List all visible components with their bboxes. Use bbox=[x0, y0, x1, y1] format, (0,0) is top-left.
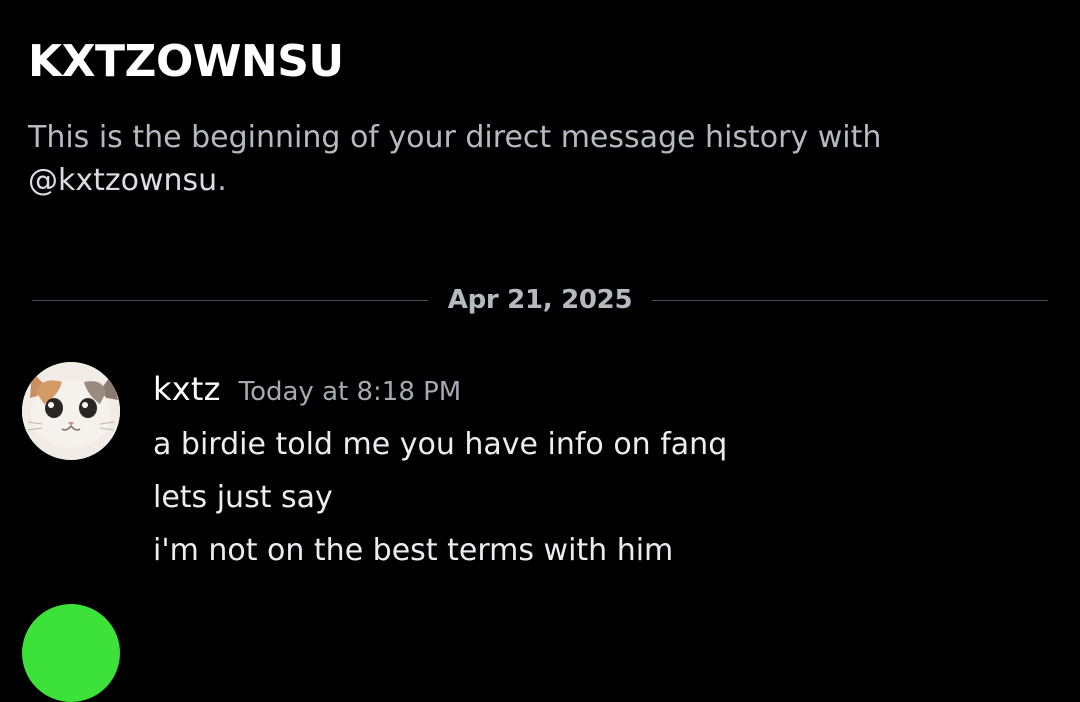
message-header: kxtz Today at 8:18 PM bbox=[153, 370, 1033, 416]
dm-intro-text: This is the beginning of your direct mes… bbox=[28, 116, 928, 202]
divider-line-right bbox=[652, 299, 1049, 301]
dm-header: KXTZOWNSU This is the beginning of your … bbox=[28, 34, 1028, 202]
message-timestamp: Today at 8:18 PM bbox=[238, 377, 462, 407]
user-mention[interactable]: @kxtzownsu bbox=[28, 163, 217, 198]
intro-prefix: This is the beginning of your direct mes… bbox=[28, 120, 882, 155]
message-body: kxtz Today at 8:18 PM a birdie told me y… bbox=[153, 370, 1033, 577]
date-divider: Apr 21, 2025 bbox=[32, 282, 1049, 318]
cat-avatar-icon[interactable] bbox=[22, 362, 120, 460]
divider-line-left bbox=[32, 299, 428, 301]
message-username[interactable]: kxtz bbox=[153, 370, 221, 408]
message-text[interactable]: lets just say bbox=[153, 471, 1033, 524]
message-text[interactable]: i'm not on the best terms with him bbox=[153, 524, 1033, 577]
next-message-avatar[interactable] bbox=[22, 604, 120, 702]
dm-title: KXTZOWNSU bbox=[28, 36, 344, 87]
intro-suffix: . bbox=[217, 163, 227, 198]
date-label: Apr 21, 2025 bbox=[447, 285, 633, 315]
message-text[interactable]: a birdie told me you have info on fanq bbox=[153, 418, 1033, 471]
message-lines: a birdie told me you have info on fanq l… bbox=[153, 418, 1033, 577]
